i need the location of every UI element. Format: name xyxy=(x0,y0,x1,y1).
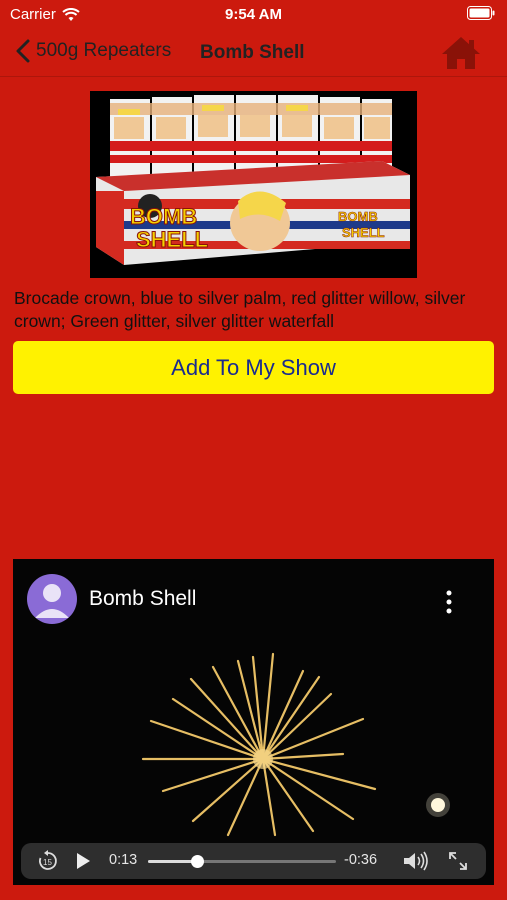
elapsed-time: 0:13 xyxy=(109,852,138,868)
home-icon[interactable] xyxy=(441,36,481,70)
chevron-left-icon xyxy=(16,39,30,63)
product-description: Brocade crown, blue to silver palm, red … xyxy=(14,288,466,331)
box-side-text-shell: SHELL xyxy=(342,225,385,240)
more-options-icon[interactable] xyxy=(444,589,454,615)
box-text-bomb: BOMB xyxy=(130,204,197,229)
fullscreen-icon[interactable] xyxy=(448,851,468,871)
remaining-time: -0:36 xyxy=(344,852,378,868)
scrubber-progress xyxy=(148,860,197,863)
firework-video-frame xyxy=(13,559,494,885)
status-time: 9:54 AM xyxy=(225,6,282,23)
video-scrubber[interactable] xyxy=(148,855,336,868)
volume-icon[interactable] xyxy=(402,851,430,871)
video-controls: 15 0:13 -0:36 xyxy=(21,843,486,879)
channel-avatar[interactable] xyxy=(27,574,77,624)
video-player[interactable]: Bomb Shell 15 0:13 -0:36 xyxy=(13,559,494,885)
play-icon[interactable] xyxy=(75,852,91,870)
firework-box-illustration: BOMB SHELL BOMB SHELL xyxy=(90,91,417,278)
status-bar: Carrier 9:54 AM xyxy=(0,0,507,28)
product-image: BOMB SHELL BOMB SHELL xyxy=(90,91,417,278)
rewind-15-icon[interactable]: 15 xyxy=(37,850,59,872)
box-text-shell: SHELL xyxy=(136,227,208,252)
page-title: Bomb Shell xyxy=(200,42,305,63)
battery-icon xyxy=(467,6,495,24)
navigation-bar: 500g Repeaters Bomb Shell xyxy=(0,28,507,77)
box-side-text-bomb: BOMB xyxy=(338,209,378,224)
svg-text:15: 15 xyxy=(43,858,52,867)
add-to-my-show-button[interactable]: Add To My Show xyxy=(13,341,494,394)
user-icon xyxy=(35,584,69,618)
back-label: 500g Repeaters xyxy=(36,40,172,61)
scrubber-knob[interactable] xyxy=(190,855,204,868)
back-button[interactable]: 500g Repeaters xyxy=(14,38,171,64)
video-title: Bomb Shell xyxy=(89,587,197,610)
